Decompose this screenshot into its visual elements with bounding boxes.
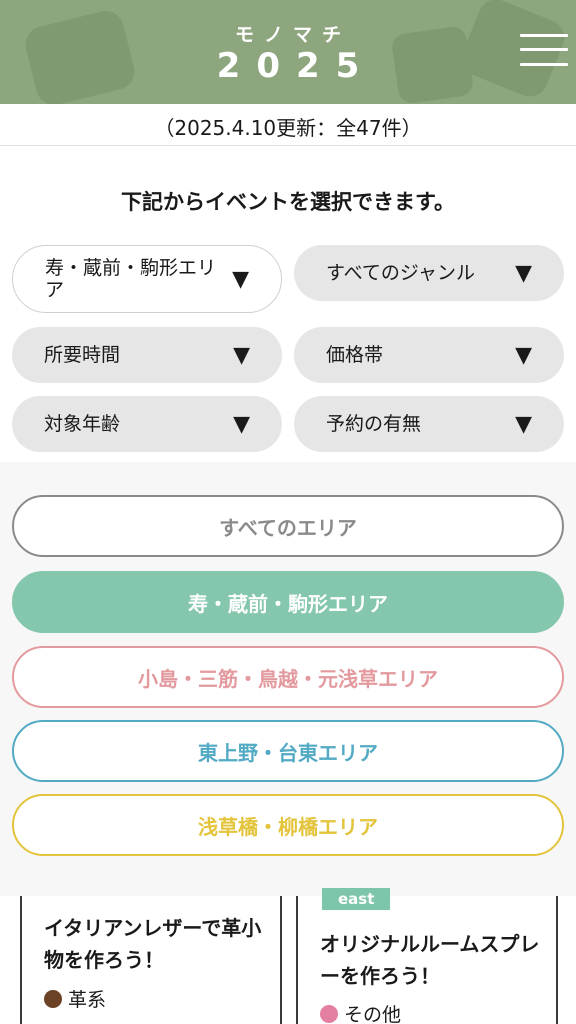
dropdown-arrow-icon: ▼ [515, 411, 532, 437]
filter-label: 価格帯 [326, 344, 384, 366]
filter-label: 寿・蔵前・駒形エリア [45, 257, 217, 301]
update-info: （2025.4.10更新：全47件） [154, 116, 422, 140]
event-title[interactable]: イタリアンレザーで革小物を作ろう！ [44, 912, 264, 976]
genre-label: 革系 [68, 989, 107, 1011]
divider [0, 145, 576, 146]
genre-filter-select[interactable]: すべてのジャンル ▼ [294, 245, 564, 301]
area-button-kojima[interactable]: 小島・三筋・鳥越・元浅草エリア [12, 646, 564, 708]
genre-label: その他 [344, 1004, 402, 1024]
genre-dot-icon [320, 1004, 338, 1023]
area-button-kotobuki[interactable]: 寿・蔵前・駒形エリア [12, 571, 564, 633]
dropdown-arrow-icon: ▼ [515, 342, 532, 368]
site-header: モノマチ 2025 [0, 0, 576, 104]
event-genre: その他 [320, 1000, 401, 1024]
hamburger-menu-icon[interactable] [520, 34, 568, 68]
filter-label: すべてのジャンル [326, 262, 475, 284]
instruction-text: 下記からイベントを選択できます。 [121, 190, 455, 214]
price-filter-select[interactable]: 価格帯 ▼ [294, 327, 564, 383]
event-title[interactable]: オリジナルルームスプレーを作ろう！ [320, 928, 540, 992]
site-logo-year[interactable]: 2025 [0, 46, 576, 86]
age-filter-select[interactable]: 対象年齢 ▼ [12, 396, 282, 452]
event-genre: 革系 [44, 985, 106, 1012]
area-tag: east [322, 888, 391, 910]
dropdown-arrow-icon: ▼ [233, 342, 250, 368]
area-button-asakusabashi[interactable]: 浅草橋・柳橋エリア [12, 794, 564, 856]
area-button-higashiueno[interactable]: 東上野・台東エリア [12, 720, 564, 782]
dropdown-arrow-icon: ▼ [515, 260, 532, 286]
dropdown-arrow-icon: ▼ [233, 411, 250, 437]
site-logo-text[interactable]: モノマチ [0, 20, 576, 47]
filter-label: 予約の有無 [326, 413, 422, 435]
genre-dot-icon [44, 989, 62, 1008]
area-filter-select[interactable]: 寿・蔵前・駒形エリア ▼ [12, 245, 282, 313]
reservation-filter-select[interactable]: 予約の有無 ▼ [294, 396, 564, 452]
filter-label: 対象年齢 [44, 413, 121, 435]
area-button-all[interactable]: すべてのエリア [12, 495, 564, 557]
filter-label: 所要時間 [44, 344, 121, 366]
duration-filter-select[interactable]: 所要時間 ▼ [12, 327, 282, 383]
dropdown-arrow-icon: ▼ [232, 266, 249, 292]
